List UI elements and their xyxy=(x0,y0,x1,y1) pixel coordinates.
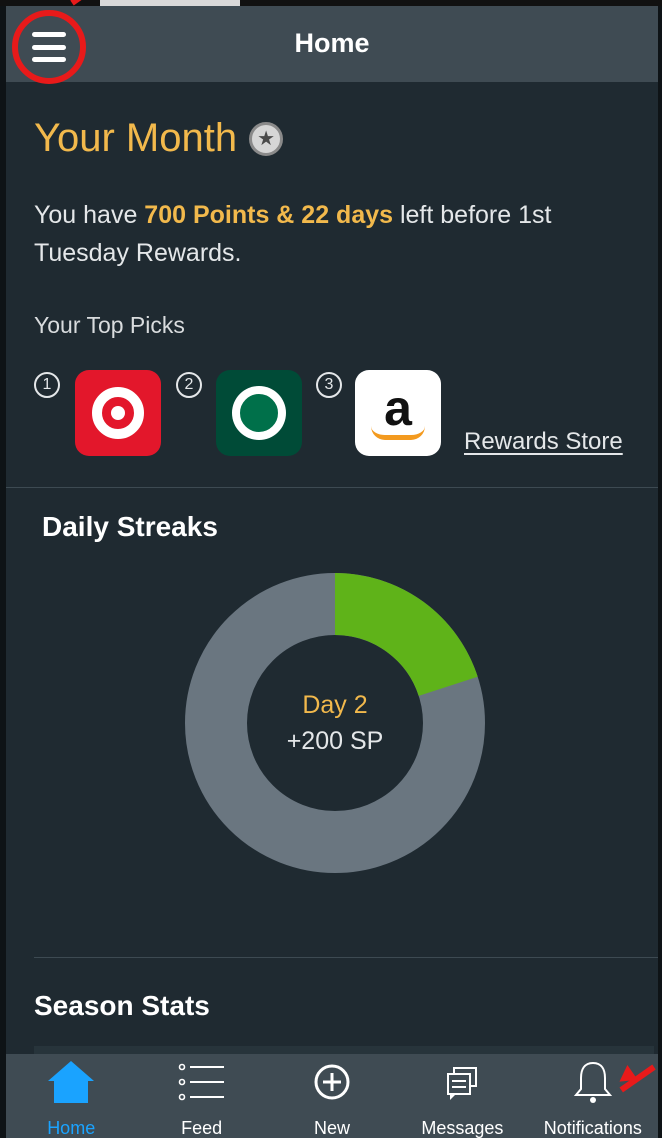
month-summary: You have 700 Points & 22 days left befor… xyxy=(34,196,634,272)
pick-number-3: 3 xyxy=(316,372,342,398)
tab-home[interactable]: Home xyxy=(6,1054,136,1138)
tab-label: Home xyxy=(47,1118,96,1138)
month-title: Your Month xyxy=(34,116,238,160)
streak-day-label: Day 2 xyxy=(302,691,368,719)
home-icon xyxy=(6,1054,136,1110)
month-heading: Your Month ★ xyxy=(34,116,284,161)
target-logo-tile[interactable] xyxy=(75,370,161,456)
bottom-tab-bar: Home Feed New Messages Notifications xyxy=(6,1054,658,1138)
plus-circle-icon xyxy=(267,1054,397,1110)
tab-label: New xyxy=(314,1118,351,1138)
device-frame xyxy=(0,0,662,1138)
tab-messages[interactable]: Messages xyxy=(397,1054,527,1138)
rewards-store-link[interactable]: Rewards Store xyxy=(464,428,623,456)
section-divider xyxy=(34,957,658,958)
tab-feed[interactable]: Feed xyxy=(136,1054,266,1138)
summary-prefix: You have xyxy=(34,201,145,229)
amazon-smile-icon xyxy=(371,426,425,440)
pick-number-1: 1 xyxy=(34,372,60,398)
star-badge-icon[interactable]: ★ xyxy=(249,121,284,156)
season-stats-title: Season Stats xyxy=(34,990,210,1021)
starbucks-logo-tile[interactable] xyxy=(216,370,302,456)
points-days-highlight: 700 Points & 22 days xyxy=(144,201,394,229)
top-app-bar: Home xyxy=(6,6,658,84)
season-stats-peek xyxy=(34,1046,654,1054)
tab-new[interactable]: New xyxy=(267,1054,397,1138)
page-title: Home xyxy=(294,28,370,58)
target-logo-icon xyxy=(92,387,144,439)
streak-points-label: +200 SP xyxy=(286,727,384,755)
messages-icon xyxy=(397,1054,527,1110)
donut-center: Day 2 +200 SP xyxy=(185,573,485,873)
section-divider xyxy=(6,487,658,488)
tab-label: Feed xyxy=(181,1118,223,1138)
tab-notifications[interactable]: Notifications xyxy=(528,1054,658,1138)
pick-number-2: 2 xyxy=(176,372,202,398)
tab-label: Messages xyxy=(421,1118,504,1138)
tab-label: Notifications xyxy=(543,1118,642,1138)
daily-streaks-title: Daily Streaks xyxy=(42,511,218,542)
amazon-logo-icon: a xyxy=(384,380,412,436)
streak-donut-chart: Day 2 +200 SP xyxy=(185,573,485,873)
list-icon xyxy=(136,1054,266,1110)
starbucks-logo-icon xyxy=(232,386,286,440)
bell-icon xyxy=(528,1054,658,1110)
top-picks-label: Your Top Picks xyxy=(34,312,185,338)
amazon-logo-tile[interactable]: a xyxy=(355,370,441,456)
